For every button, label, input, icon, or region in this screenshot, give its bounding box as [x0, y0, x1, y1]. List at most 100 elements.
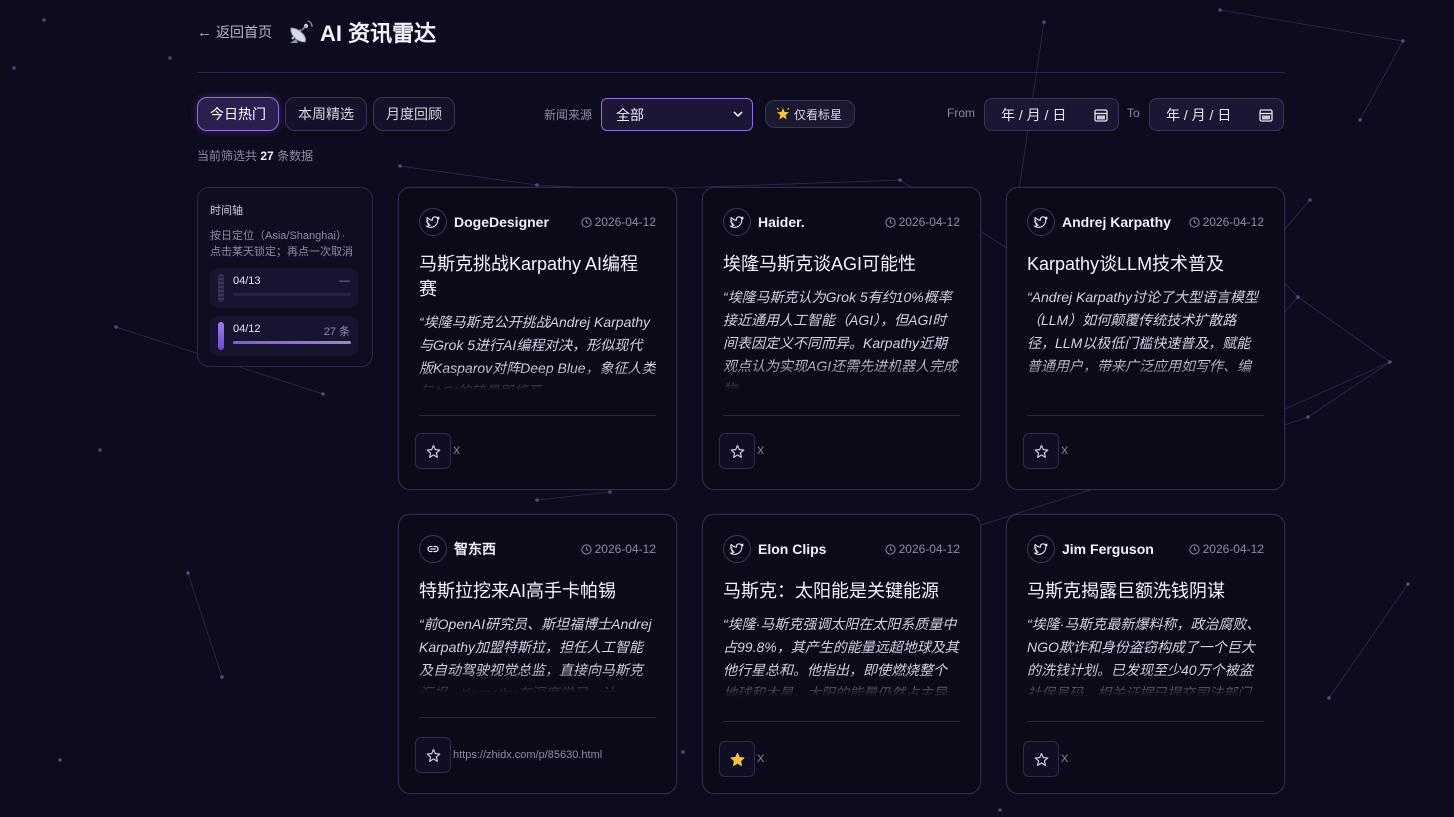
card-divider [419, 415, 656, 416]
from-date-input[interactable]: 年 / 月 / 日 [984, 98, 1119, 131]
card-title[interactable]: Karpathy谈LLM技术普及 [1027, 252, 1264, 277]
card-summary: “埃隆马斯克认为Grok 5有约10%概率接近通用人工智能（AGI），但AGI时… [723, 289, 958, 391]
card-summary: “埃隆·马斯克最新爆料称，政治腐败、NGO欺诈和身份盗窃构成了一个巨大的洗钱计划… [1027, 616, 1261, 697]
card-divider [1027, 721, 1264, 722]
news-card[interactable]: Andrej Karpathy 2026-04-12 Karpathy谈LLM技术普… [1006, 187, 1285, 490]
star-toggle-button[interactable] [1023, 433, 1059, 469]
card-date: 2026-04-12 [581, 215, 656, 229]
card-source-icon [419, 535, 447, 563]
card-divider [1027, 415, 1264, 416]
star-toggle-button[interactable] [415, 737, 451, 773]
timeline-item[interactable]: 04/13 — [210, 268, 358, 308]
card-header: Andrej Karpathy 2026-04-12 [1027, 208, 1264, 236]
chevron-down-icon [733, 111, 743, 118]
to-date-value: 年 / 月 / 日 [1166, 106, 1232, 123]
satellite-dish-icon [290, 20, 313, 43]
card-date-text: 2026-04-12 [1202, 542, 1264, 556]
timeline-track [233, 341, 351, 344]
card-source-icon [723, 535, 751, 563]
star-icon [730, 444, 744, 458]
source-select[interactable]: 全部 [601, 98, 753, 131]
timeline-date: 04/12 [233, 323, 261, 335]
network-node [398, 164, 402, 168]
network-node [1401, 39, 1405, 43]
card-author[interactable]: 智东西 [454, 539, 496, 559]
card-source-link[interactable]: X [453, 445, 460, 457]
timeline-count: 27 条 [323, 326, 350, 338]
card-date: 2026-04-12 [885, 215, 960, 229]
card-date-text: 2026-04-12 [898, 215, 960, 229]
network-node [1308, 198, 1312, 202]
network-node [220, 675, 224, 679]
network-node [608, 490, 612, 494]
network-node [535, 498, 539, 502]
network-node [1406, 582, 1410, 586]
network-line [1359, 40, 1404, 121]
calendar-icon [1259, 109, 1273, 122]
star-icon [426, 748, 440, 762]
card-source-link[interactable]: X [1061, 753, 1068, 765]
card-header: Haider. 2026-04-12 [723, 208, 960, 236]
card-date-text: 2026-04-12 [594, 542, 656, 556]
source-select-value: 全部 [616, 106, 644, 123]
tab-monthly-review[interactable]: 月度回顾 [373, 97, 455, 131]
card-title[interactable]: 埃隆马斯克谈AGI可能性 [723, 252, 960, 277]
card-title[interactable]: 特斯拉挖来AI高手卡帕锡 [419, 579, 656, 604]
network-node [1358, 118, 1362, 122]
card-author[interactable]: Jim Ferguson [1062, 541, 1154, 557]
star-toggle-button[interactable] [719, 741, 755, 777]
star-toggle-button[interactable] [415, 433, 451, 469]
back-home-link[interactable]: ← 返回首页 [197, 22, 272, 42]
card-source-link[interactable]: X [757, 753, 764, 765]
card-author[interactable]: Andrej Karpathy [1062, 214, 1171, 230]
card-summary: “埃隆·马斯克强调太阳在太阳系质量中占99.8%，其产生的能量远超地球及其他行星… [723, 616, 959, 697]
network-node [1327, 696, 1331, 700]
tab-today-hot[interactable]: 今日热门 [197, 97, 279, 131]
news-card[interactable]: Jim Ferguson 2026-04-12 马斯克揭露巨额洗钱阴谋 “埃隆·马斯克… [1006, 514, 1285, 794]
network-node [58, 758, 62, 762]
news-card[interactable]: 智东西 2026-04-12 特斯拉挖来AI高手卡帕锡 “前OpenAI研究员、斯坦福… [398, 514, 677, 794]
card-date: 2026-04-12 [1189, 215, 1264, 229]
timeline-description: 按日定位（Asia/Shanghai）· 点击某天锁定；再点一次取消 [210, 228, 360, 260]
card-header: 智东西 2026-04-12 [419, 535, 656, 563]
header-divider [197, 72, 1285, 73]
twitter-icon [426, 216, 440, 228]
card-author[interactable]: DogeDesigner [454, 214, 549, 230]
card-divider [419, 717, 656, 718]
star-icon [1034, 752, 1048, 766]
news-card[interactable]: Elon Clips 2026-04-12 马斯克：太阳能是关键能源 “埃隆·马斯克强… [702, 514, 981, 794]
result-count: 当前筛选共 27 条数据 [197, 147, 313, 164]
card-title[interactable]: 马斯克揭露巨额洗钱阴谋 [1027, 579, 1264, 604]
card-divider [723, 721, 960, 722]
card-title[interactable]: 马斯克：太阳能是关键能源 [723, 579, 960, 604]
page-title: AI 资讯雷达 [288, 16, 436, 48]
card-author[interactable]: Haider. [758, 214, 805, 230]
filter-toolbar: 今日热门 本周精选 月度回顾 新闻来源 全部 仅看标星 From 年 / 月 /… [197, 97, 1285, 131]
network-line [536, 491, 611, 501]
star-toggle-button[interactable] [719, 433, 755, 469]
result-count-prefix: 当前筛选共 [197, 149, 258, 163]
to-date-input[interactable]: 年 / 月 / 日 [1149, 98, 1284, 131]
arrow-left-icon: ← [197, 23, 212, 41]
card-source-link[interactable]: https://zhidx.com/p/85630.html [453, 749, 602, 761]
to-label: To [1127, 106, 1140, 120]
card-summary: “埃隆马斯克公开挑战Andrej Karpathy与Grok 5进行AI编程对决… [419, 314, 656, 391]
star-only-button[interactable]: 仅看标星 [765, 100, 856, 128]
news-card[interactable]: Haider. 2026-04-12 埃隆马斯克谈AGI可能性 “埃隆马斯克认为Gro… [702, 187, 981, 490]
network-node [1218, 8, 1222, 12]
star-toggle-button[interactable] [1023, 741, 1059, 777]
link-icon [427, 545, 439, 553]
card-date: 2026-04-12 [885, 542, 960, 556]
timeline-indicator [218, 274, 224, 302]
card-author[interactable]: Elon Clips [758, 541, 826, 557]
twitter-icon [730, 216, 744, 228]
tab-weekly-picks[interactable]: 本周精选 [285, 97, 367, 131]
timeline-count: — [339, 275, 350, 287]
card-source-link[interactable]: X [757, 445, 764, 457]
card-title[interactable]: 马斯克挑战Karpathy AI编程赛 [419, 252, 656, 302]
card-source-link[interactable]: X [1061, 445, 1068, 457]
star-icon [1034, 444, 1048, 458]
timeline-item[interactable]: 04/12 27 条 [210, 316, 358, 356]
news-card[interactable]: DogeDesigner 2026-04-12 马斯克挑战Karpathy AI编程… [398, 187, 677, 490]
clock-icon [1189, 216, 1200, 228]
